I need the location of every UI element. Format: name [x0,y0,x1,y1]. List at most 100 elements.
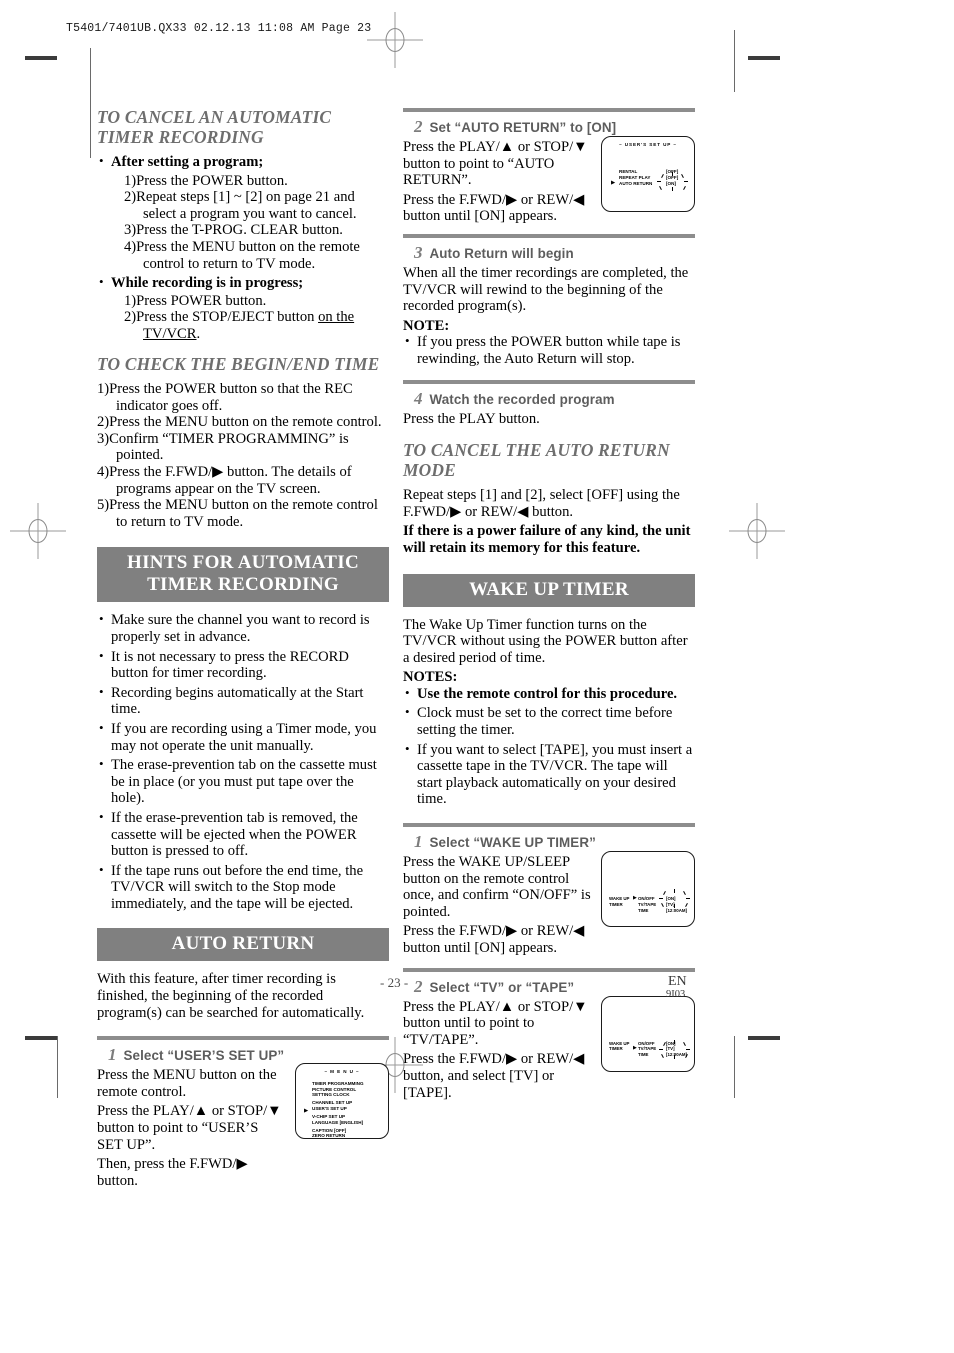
osd-menu-group: TIMER PROGRAMMING PICTURE CONTROL SETTIN… [312,1081,364,1098]
step-line: Press the PLAY/▲ or STOP/▼ button to poi… [403,139,588,189]
osd-title: – M E N U – [324,1069,360,1075]
while-recording-steps: 1)Press POWER button. 2)Press the STOP/E… [109,293,389,343]
step-divider [403,108,695,112]
heading-cancel-automatic-timer-recording: TO CANCEL AN AUTOMATIC TIMER RECORDING [97,107,332,147]
banner-wake-up-timer: WAKE UP TIMER [403,573,695,607]
right-column: 2 Set “AUTO RETURN” to [ON] Press the PL… [403,108,695,1104]
registration-mark-top [367,12,423,68]
step-number: 2 [414,117,423,136]
crop-mark-bl-bar [25,1036,57,1040]
osd-menu-rows: TIMER PROGRAMMING PICTURE CONTROL SETTIN… [312,1081,364,1139]
list-item: If the erase-prevention tab is removed, … [97,809,389,860]
osd-wk-col3: [ON] [TV] [12:00AM] [666,896,687,913]
list-item: 3)Press the T-PROG. CLEAR button. [124,222,343,239]
osd-menu-item-setting-clock: SETTING CLOCK [312,1092,350,1098]
list-item: While recording is in progress; [97,274,389,292]
osd-wk-col2: ON/OFF TV/TAPE TIME [638,1041,656,1058]
step-number: 2 [414,976,423,996]
osd-menu-item-users-set-up: USER'S SET UP [312,1106,347,1112]
step-divider [97,1036,389,1041]
step-divider [403,967,695,972]
step-body-1: Press the MENU button on the remote cont… [97,1063,389,1189]
step-text-block: Press the MENU button on the remote cont… [97,1067,283,1189]
step-line: Press the F.FWD/▶ or REW/◀ button until … [403,191,585,225]
step-number: 3 [414,242,423,262]
page-number: - 23 - [380,975,409,990]
list-item: Use the remote control for this procedur… [403,685,695,703]
list-item: 2)Press the STOP/EJECT button on the TV/… [109,309,389,342]
osd-menu-item-language: LANGUAGE [ENGLISH] [312,1119,364,1125]
step-divider [403,379,695,384]
note-bold-text: Use the remote control for this procedur… [417,685,678,702]
osd-row-time: TIME [638,1052,649,1058]
list-item: If you are recording using a Timer mode,… [97,720,389,754]
step-header-wk-2: 2 Select “TV” or “TAPE” [403,977,695,997]
step-body-3: When all the timer recordings are comple… [403,265,695,368]
step-title: Select “WAKE UP TIMER” [429,835,596,851]
list-item: The erase-prevention tab on the cassette… [97,756,389,807]
list-item: 1)Press the POWER button. [124,172,288,189]
osd-wk-col1: WAKE UP TIMER [609,896,630,908]
list-item: 4)Press the F.FWD/▶ button. The details … [97,464,352,497]
step-divider [403,233,695,238]
crop-mark-tl-bar [25,56,57,60]
step-header-3: 3 Auto Return will begin [403,243,695,263]
osd-row-time: TIME [638,907,649,913]
osd-value-time: [12:00AM] [666,907,687,913]
osd-pointer-icon: ▶ [611,179,616,186]
step-header-wk-1: 1 Select “WAKE UP TIMER” [403,832,695,852]
registration-mark-left [10,503,66,559]
crop-mark-br-bar [748,1036,780,1040]
osd-labels: RENTAL REPEAT PLAY AUTO RETURN [619,169,652,188]
list-item: Clock must be set to the correct time be… [403,704,695,738]
list-item: 1)Press POWER button. [124,292,267,309]
list-item: It is not necessary to press the RECORD … [97,648,389,682]
hints-list: Make sure the channel you want to record… [97,611,389,913]
osd-label-timer: TIMER [609,1046,623,1052]
after-setting-steps: 1)Press the POWER button. 2)Repeat steps… [109,173,389,273]
banner-auto-return: AUTO RETURN [97,928,389,962]
heading-cancel-auto-return-mode: TO CANCEL THE AUTO RETURN MODE [403,440,670,480]
step-body-wk-2: Press the PLAY/▲ or STOP/▼ button until … [403,995,695,1102]
osd-screen-main-menu: – M E N U – TIMER PROGRAMMING PICTURE CO… [295,1063,389,1140]
step-line: Press the PLAY/▲ or STOP/▼ button to poi… [97,1103,282,1153]
wake-up-notes-list: Use the remote control for this procedur… [403,685,695,808]
step-number: 1 [108,1045,117,1065]
list-item: 2)Repeat steps [1] ~ [2] on page 21 and … [124,189,357,222]
crop-mark-tr-bar [748,56,780,60]
notes-label: NOTES: [403,669,458,686]
osd-label-timer: TIMER [609,901,623,907]
step-header-4: 4 Watch the recorded program [403,389,695,409]
osd-values: [OFF] [OFF] [ON] [666,169,678,188]
registration-mark-right [729,503,785,559]
step-text-block: Press the PLAY/▲ or STOP/▼ button to poi… [403,139,589,225]
osd-row-on-off: ON/OFF [638,896,655,902]
check-begin-end-steps: 1)Press the POWER button so that the REC… [97,381,389,530]
cancel-bullet-list: After setting a program; [97,153,389,171]
crop-mark-bottom-left-vertical [57,1036,58,1098]
cancel-auto-return-bold-note: If there is a power failure of any kind,… [403,523,691,556]
step-title: Select “TV” or “TAPE” [429,979,575,995]
list-item: If you want to select [TAPE], you must i… [403,741,695,808]
list-item: 1)Press the POWER button so that the REC… [97,381,353,414]
list-item: Recording begins automatically at the St… [97,684,389,718]
osd-title: – USER'S SET UP – [619,142,677,147]
osd-menu-group: V-CHIP SET UP LANGUAGE [ENGLISH] [312,1114,364,1125]
osd-row-label-auto-return: AUTO RETURN [619,181,653,187]
print-slug: T5401/7401UB.QX33 02.12.13 11:08 AM Page… [66,22,372,35]
step-header-2: 2 Set “AUTO RETURN” to [ON] [403,117,695,137]
step-title: Set “AUTO RETURN” to [ON] [429,120,617,135]
step3-note-list: If you press the POWER button while tape… [403,333,695,367]
osd-menu-group: CAPTION [OFF] ZERO RETURN [312,1128,364,1139]
step-line: Press the F.FWD/▶ or REW/◀ button until … [403,923,585,956]
step-header-1: 1 Select “USER’S SET UP” [97,1045,389,1065]
step-title: Select “USER’S SET UP” [123,1048,285,1064]
list-item: If you press the POWER button while tape… [403,333,695,367]
while-recording-bullet: While recording is in progress; [97,274,389,292]
language-mark: EN [668,974,687,989]
list-item: 4)Press the MENU button on the remote co… [124,238,360,272]
crop-mark-top-left-vertical [90,48,91,158]
list-item: After setting a program; [97,153,389,171]
list-item: If the tape runs out before the end time… [97,862,389,913]
osd-screen-wake-up-timer-2: WAKE UP TIMER ON/OFF TV/TAPE TIME [ON] [… [601,995,695,1072]
